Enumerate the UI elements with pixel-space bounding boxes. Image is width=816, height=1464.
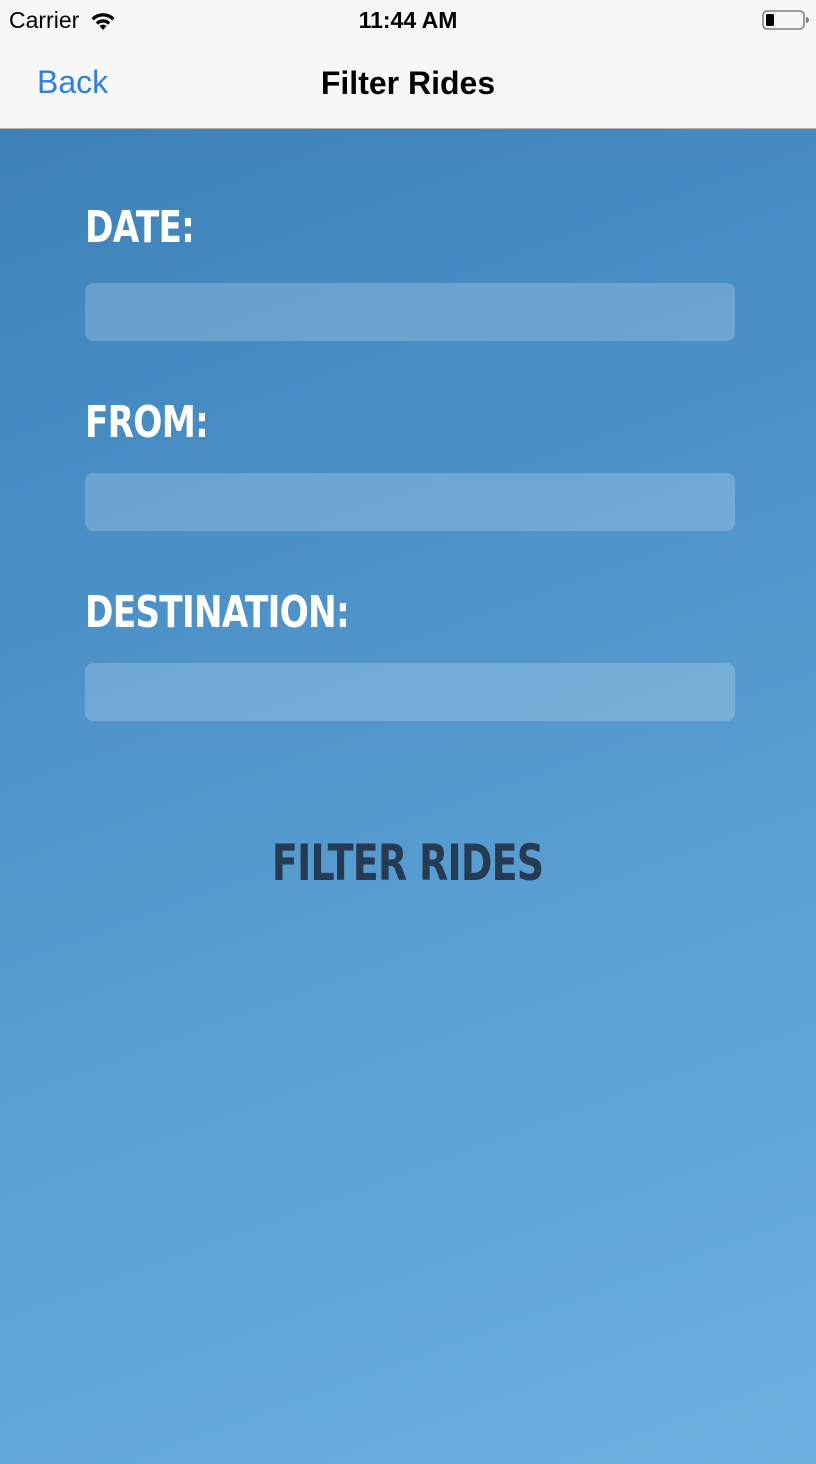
from-field[interactable] (85, 473, 735, 531)
filter-rides-button[interactable]: FILTER RIDES (0, 838, 816, 888)
page-title: Filter Rides (320, 65, 496, 101)
date-label: DATE: (85, 202, 195, 253)
status-bar: Carrier 11:44 AM (0, 0, 816, 40)
destination-label: DESTINATION: (85, 587, 350, 638)
navigation-bar: Back Filter Rides (0, 40, 816, 129)
destination-field[interactable] (85, 663, 735, 721)
battery-low-icon (762, 10, 809, 30)
date-field[interactable] (85, 283, 735, 341)
filter-rides-button-label: FILTER RIDES (272, 834, 544, 892)
filter-rides-screen: Carrier 11:44 AM Back Filter Rides DATE:… (0, 0, 816, 1464)
status-time: 11:44 AM (358, 7, 458, 33)
from-label: FROM: (85, 397, 209, 448)
